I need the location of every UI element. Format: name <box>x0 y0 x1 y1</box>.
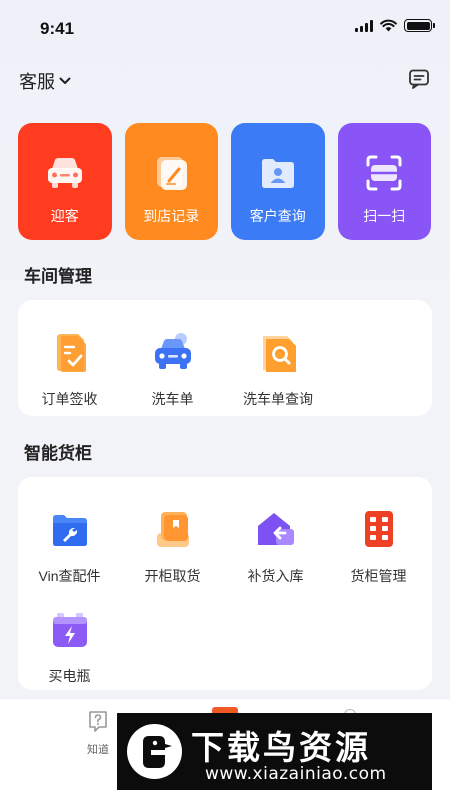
tile-vin-parts[interactable]: Vin查配件 <box>18 507 121 586</box>
quick-action-label: 扫一扫 <box>363 208 406 224</box>
quick-action-customer-query[interactable]: 客户查询 <box>231 123 325 240</box>
section-title-locker: 智能货柜 <box>24 444 92 463</box>
status-time: 9:41 <box>40 19 75 38</box>
locker-panel: Vin查配件 开柜取货 补货入库 货柜管理 买电瓶 <box>18 477 432 690</box>
quick-action-scan[interactable]: 扫一扫 <box>337 123 431 240</box>
quick-action-label: 迎客 <box>50 208 79 224</box>
car-front-icon <box>47 158 82 188</box>
tile-label: 货柜管理 <box>350 568 407 584</box>
tile-open-locker[interactable]: 开柜取货 <box>121 507 224 586</box>
status-icons <box>355 19 435 32</box>
tile-wash-query[interactable]: 洗车单查询 <box>224 330 332 409</box>
tile-label: 洗车单 <box>151 391 194 407</box>
wifi-icon <box>380 19 397 32</box>
header-title: 客服 <box>19 72 55 92</box>
tile-label: 开柜取货 <box>144 568 201 584</box>
customer-folder-icon <box>261 159 294 188</box>
quick-action-label: 客户查询 <box>249 208 306 224</box>
store-selector[interactable]: 客服 <box>19 68 71 94</box>
battery-buy-icon <box>52 613 87 647</box>
battery-icon <box>404 19 435 32</box>
quick-action-visit-record[interactable]: 到店记录 <box>124 123 218 240</box>
tile-locker-manage[interactable]: 货柜管理 <box>327 507 430 586</box>
tile-label: 洗车单查询 <box>243 391 313 407</box>
watermark-url: www.xiazainiao.com <box>205 764 387 784</box>
workshop-panel: 订单签收 洗车单 洗车单查询 <box>18 300 432 416</box>
quick-action-label: 到店记录 <box>143 208 200 224</box>
question-icon <box>89 711 107 732</box>
quick-actions: 迎客 到店记录 客户查询 扫一扫 <box>18 123 432 241</box>
locker-manage-icon <box>364 511 393 547</box>
vin-parts-icon <box>52 515 87 546</box>
car-wash-icon <box>154 333 191 369</box>
tile-label: 补货入库 <box>247 568 304 584</box>
quick-action-welcome[interactable]: 迎客 <box>18 123 112 240</box>
tile-label: Vin查配件 <box>38 568 101 584</box>
restock-icon <box>257 513 294 545</box>
edit-record-icon <box>157 157 188 190</box>
section-title-workshop: 车间管理 <box>24 267 92 286</box>
tile-battery-buy[interactable]: 买电瓶 <box>18 607 121 686</box>
header: 客服 <box>0 66 450 96</box>
tile-restock[interactable]: 补货入库 <box>224 507 327 586</box>
signal-icon <box>355 19 373 32</box>
open-locker-icon <box>156 512 189 547</box>
status-bar: 9:41 <box>0 0 450 58</box>
watermark-title: 下载鸟资源 <box>191 728 371 767</box>
wash-query-icon <box>263 336 296 372</box>
bird-logo-icon <box>127 724 182 779</box>
message-icon[interactable] <box>408 68 430 90</box>
chevron-down-icon <box>59 77 71 84</box>
scan-icon <box>366 155 402 191</box>
watermark-banner: 下载鸟资源 www.xiazainiao.com <box>117 713 432 790</box>
tile-car-wash[interactable]: 洗车单 <box>121 330 224 409</box>
tile-label: 买电瓶 <box>48 668 91 684</box>
order-sign-icon <box>56 334 86 372</box>
tile-label: 订单签收 <box>41 391 98 407</box>
tile-order-sign[interactable]: 订单签收 <box>18 330 121 409</box>
